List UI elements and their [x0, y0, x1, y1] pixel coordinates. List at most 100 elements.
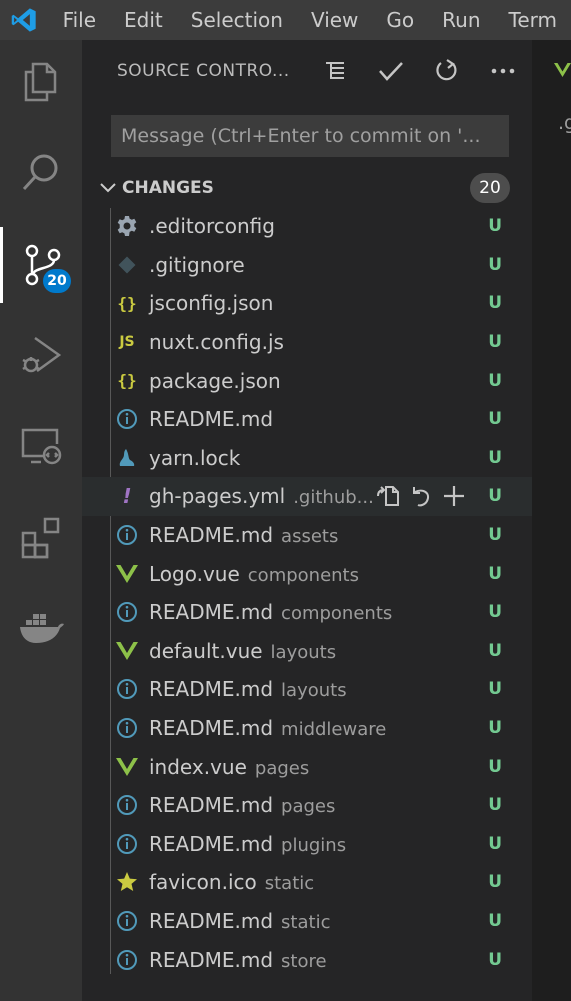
file-name: package.json — [149, 368, 281, 393]
json-icon: {} — [117, 371, 137, 391]
file-row[interactable]: .editorconfig U — [82, 207, 532, 246]
source-control-activity-button[interactable]: 20 — [0, 227, 82, 303]
file-row[interactable]: {} package.json U — [82, 361, 532, 400]
run-debug-icon — [22, 336, 62, 373]
vue-icon — [115, 639, 139, 663]
menu-edit[interactable]: Edit — [110, 0, 177, 40]
file-directory: static — [264, 873, 315, 895]
file-directory: pages — [254, 757, 310, 779]
panel-header: SOURCE CONTRO... — [82, 40, 532, 102]
file-row[interactable]: README.md assets U — [82, 516, 532, 555]
remote-explorer-icon — [21, 428, 62, 465]
gear-icon — [115, 214, 139, 238]
status-untracked: U — [488, 833, 502, 854]
info-icon — [115, 600, 139, 624]
file-directory: plugins — [281, 834, 347, 856]
file-name: default.vue layouts — [149, 638, 337, 663]
vscode-logo-icon — [0, 0, 49, 40]
file-row[interactable]: README.md layouts U — [82, 670, 532, 709]
status-untracked: U — [488, 254, 502, 275]
more-actions-button[interactable] — [475, 40, 531, 102]
source-control-panel: SOURCE CONTRO... CHANGES — [82, 40, 532, 1001]
file-row[interactable]: ! gh-pages.yml .github... U — [82, 477, 532, 516]
info-icon — [115, 948, 139, 972]
vue-icon — [115, 562, 139, 586]
menu-file[interactable]: File — [49, 0, 110, 40]
docker-activity-button[interactable] — [0, 590, 82, 666]
explorer-activity-button[interactable] — [0, 44, 82, 120]
vue-icon — [115, 755, 139, 779]
file-name: nuxt.config.js — [149, 330, 284, 355]
file-name: README.md store — [149, 947, 327, 972]
file-name: README.md components — [149, 600, 393, 625]
file-name: README.md middleware — [149, 716, 387, 741]
changes-group-header[interactable]: CHANGES 20 — [82, 170, 532, 206]
file-name: yarn.lock — [149, 445, 241, 470]
file-row[interactable]: README.md middleware U — [82, 709, 532, 748]
file-row[interactable]: yarn.lock U — [82, 439, 532, 478]
file-row[interactable]: README.md components U — [82, 593, 532, 632]
vue-icon — [554, 63, 571, 77]
run-debug-activity-button[interactable] — [0, 317, 82, 393]
file-name: index.vue pages — [149, 754, 310, 779]
status-untracked: U — [488, 640, 502, 661]
file-directory: pages — [281, 796, 336, 818]
menu-selection[interactable]: Selection — [177, 0, 297, 40]
file-row[interactable]: README.md static U — [82, 902, 532, 941]
status-untracked: U — [488, 910, 502, 931]
editor-area: .g — [532, 40, 571, 1001]
extensions-activity-button[interactable] — [0, 499, 82, 575]
file-row[interactable]: README.md plugins U — [82, 825, 532, 864]
status-untracked: U — [488, 563, 502, 584]
file-row[interactable]: README.md pages U — [82, 786, 532, 825]
status-untracked: U — [488, 370, 502, 391]
menu-go[interactable]: Go — [372, 0, 428, 40]
commit-button[interactable] — [363, 40, 419, 102]
info-icon — [115, 909, 139, 933]
file-directory: assets — [281, 526, 339, 548]
info-icon — [115, 407, 139, 431]
file-row[interactable]: Logo.vue components U — [82, 554, 532, 593]
search-activity-button[interactable] — [0, 135, 82, 211]
yarn-icon — [115, 446, 139, 470]
refresh-button[interactable] — [419, 40, 475, 102]
editor-content: .g — [558, 112, 571, 134]
menu-run[interactable]: Run — [428, 0, 494, 40]
file-directory: layouts — [270, 641, 337, 663]
ellipsis-icon — [491, 68, 515, 74]
file-row[interactable]: {} jsconfig.json U — [82, 284, 532, 323]
file-row[interactable]: favicon.ico static U — [82, 863, 532, 902]
commit-message-box — [111, 115, 509, 157]
file-directory: layouts — [281, 680, 347, 702]
file-row[interactable]: index.vue pages U — [82, 747, 532, 786]
changes-list: .editorconfig U .gitignore U {} jsconfig.json… — [82, 207, 532, 979]
editor-tab[interactable] — [532, 40, 571, 100]
file-row[interactable]: README.md U — [82, 400, 532, 439]
file-row[interactable]: README.md store U — [82, 940, 532, 979]
view-as-tree-button[interactable] — [307, 40, 363, 102]
file-row[interactable]: .gitignore U — [82, 246, 532, 285]
file-name: .gitignore — [149, 252, 245, 277]
file-name: README.md static — [149, 908, 331, 933]
discard-changes-button[interactable] — [410, 484, 432, 508]
file-name: .editorconfig — [149, 214, 275, 239]
file-row[interactable]: default.vue layouts U — [82, 632, 532, 671]
git-icon — [115, 253, 139, 277]
file-directory: components — [281, 603, 393, 625]
file-row[interactable]: JS nuxt.config.js U — [82, 323, 532, 362]
row-actions — [376, 484, 466, 508]
status-untracked: U — [488, 486, 502, 507]
yaml-icon: ! — [122, 484, 132, 509]
menu-view[interactable]: View — [297, 0, 372, 40]
extensions-icon — [21, 517, 60, 559]
status-untracked: U — [488, 293, 502, 314]
stage-changes-button[interactable] — [442, 484, 466, 508]
file-name: README.md plugins — [149, 831, 347, 856]
file-name: favicon.ico static — [149, 870, 315, 895]
check-icon — [379, 62, 403, 81]
file-directory: static — [281, 911, 331, 933]
menu-terminal[interactable]: Term — [495, 0, 571, 40]
remote-explorer-activity-button[interactable] — [0, 408, 82, 484]
commit-message-input[interactable] — [111, 115, 509, 157]
open-file-button[interactable] — [376, 484, 400, 508]
